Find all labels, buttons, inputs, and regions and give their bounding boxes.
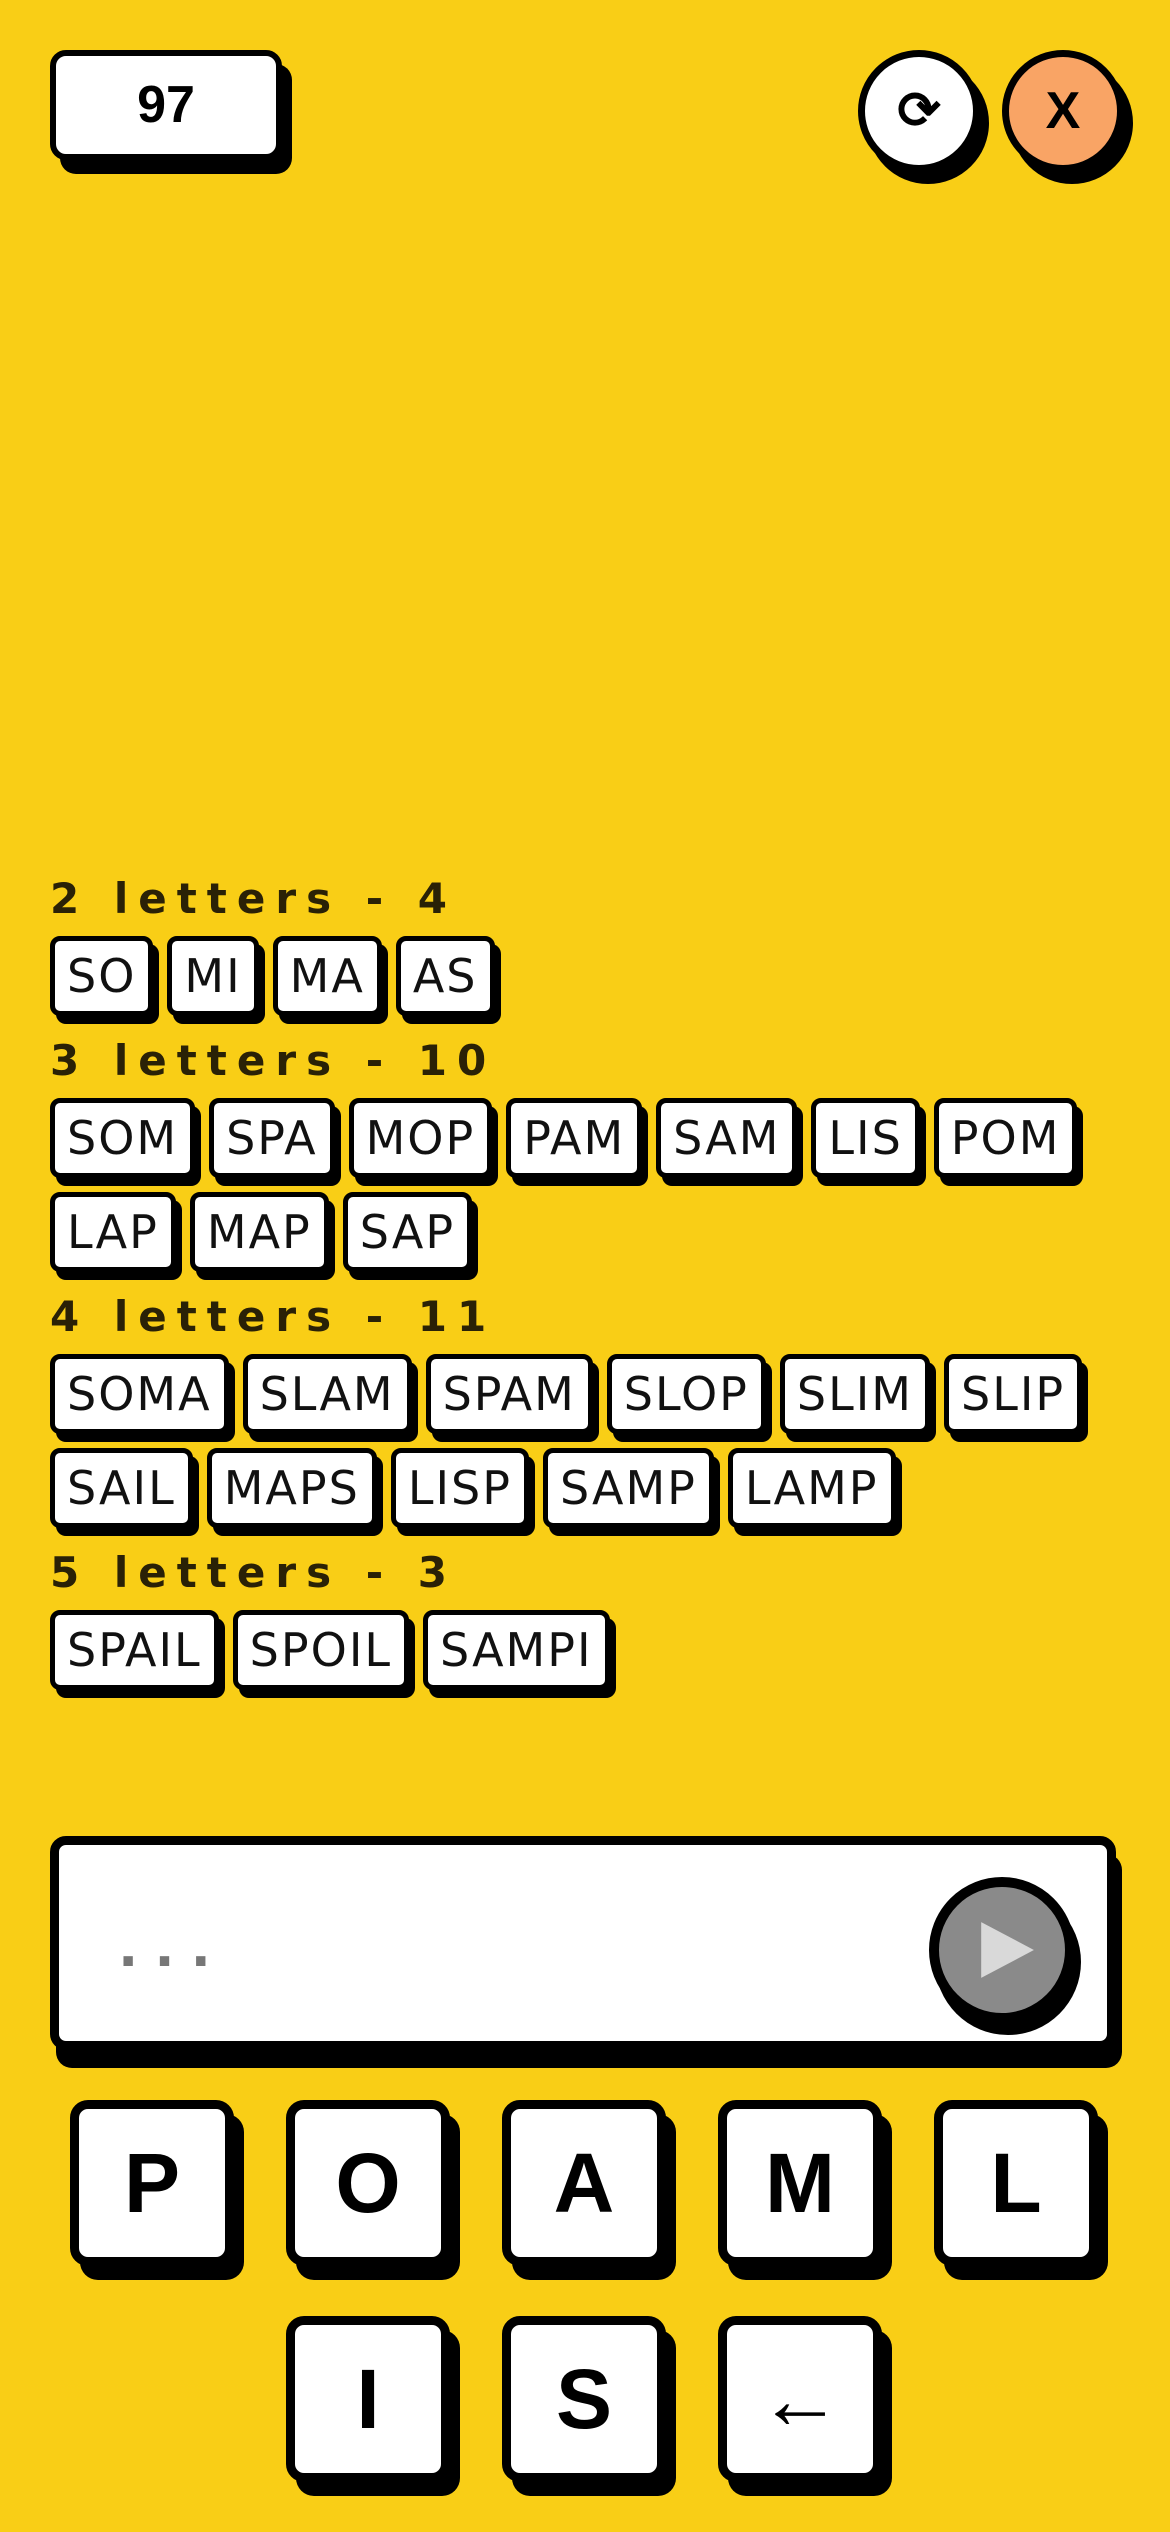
word-tile: SLIM bbox=[779, 1354, 930, 1434]
word-tile: SLIP bbox=[944, 1354, 1083, 1434]
word-tile: MA bbox=[272, 936, 382, 1016]
backspace-key[interactable]: ← bbox=[718, 2316, 882, 2482]
word-tile: POM bbox=[933, 1098, 1078, 1178]
word-tile: SLAM bbox=[242, 1354, 412, 1434]
found-words-list: 2 letters - 4 SO MI MA AS 3 letters - 10 SOM SP… bbox=[50, 870, 1130, 1706]
word-tile: SAMP bbox=[542, 1448, 714, 1528]
word-input-box[interactable]: ... bbox=[50, 1836, 1116, 2050]
word-tile: LIS bbox=[811, 1098, 920, 1178]
word-tile: AS bbox=[395, 936, 495, 1016]
word-tile: SOMA bbox=[50, 1354, 229, 1434]
group-title: 5 letters - 3 bbox=[50, 1548, 457, 1597]
word-tile: SPAM bbox=[425, 1354, 593, 1434]
word-tile: SAP bbox=[342, 1192, 473, 1272]
word-group: SOM SPA MOP PAM SAM LIS POM LAP MAP SAP bbox=[50, 1098, 1130, 1272]
restart-button[interactable]: ⟳ bbox=[858, 50, 980, 172]
key-o[interactable]: O bbox=[286, 2100, 450, 2266]
group-title: 2 letters - 4 bbox=[50, 874, 457, 923]
word-tile: SAIL bbox=[50, 1448, 193, 1528]
word-group: SO MI MA AS bbox=[50, 936, 1130, 1016]
word-tile: SAMPI bbox=[423, 1610, 610, 1690]
word-group: SPAIL SPOIL SAMPI bbox=[50, 1610, 1130, 1690]
word-tile: MAP bbox=[189, 1192, 329, 1272]
key-m[interactable]: M bbox=[718, 2100, 882, 2266]
play-icon bbox=[981, 1922, 1034, 1978]
key-a[interactable]: A bbox=[502, 2100, 666, 2266]
submit-button[interactable] bbox=[929, 1877, 1075, 2023]
word-tile: SPOIL bbox=[232, 1610, 410, 1690]
word-tile: SOM bbox=[50, 1098, 196, 1178]
word-tile: PAM bbox=[506, 1098, 643, 1178]
word-tile: LAP bbox=[50, 1192, 176, 1272]
word-tile: SO bbox=[50, 936, 154, 1016]
key-i[interactable]: I bbox=[286, 2316, 450, 2482]
word-tile: LAMP bbox=[727, 1448, 896, 1528]
word-tile: SLOP bbox=[606, 1354, 766, 1434]
word-group: SOMA SLAM SPAM SLOP SLIM SLIP SAIL MAPS LISP SAMP… bbox=[50, 1354, 1130, 1528]
word-tile: MI bbox=[167, 936, 259, 1016]
restart-icon: ⟳ bbox=[897, 82, 941, 140]
word-input-text: ... bbox=[119, 1906, 229, 1980]
key-p[interactable]: P bbox=[70, 2100, 234, 2266]
word-tile: MOP bbox=[348, 1098, 493, 1178]
close-icon: X bbox=[1045, 82, 1081, 140]
word-tile: SPAIL bbox=[50, 1610, 219, 1690]
group-title: 3 letters - 10 bbox=[50, 1036, 497, 1085]
word-tile: LISP bbox=[390, 1448, 529, 1528]
key-l[interactable]: L bbox=[934, 2100, 1098, 2266]
word-tile: SPA bbox=[209, 1098, 335, 1178]
word-tile: MAPS bbox=[206, 1448, 377, 1528]
group-title: 4 letters - 11 bbox=[50, 1292, 497, 1341]
close-button[interactable]: X bbox=[1002, 50, 1124, 172]
word-tile: SAM bbox=[656, 1098, 798, 1178]
key-s[interactable]: S bbox=[502, 2316, 666, 2482]
score-display: 97 bbox=[50, 50, 282, 160]
